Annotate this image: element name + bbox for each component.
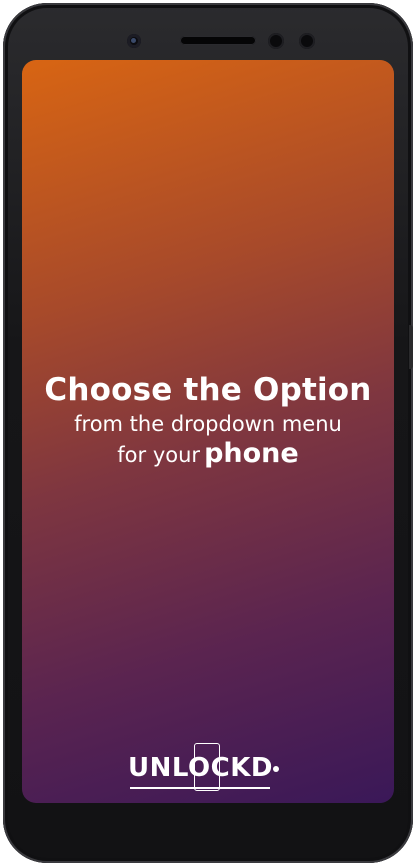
logo-wordmark: UNLOCKD xyxy=(128,753,273,783)
instruction-prefix: for your xyxy=(117,443,201,467)
earpiece-speaker-icon xyxy=(180,36,256,45)
phone-frame: Choose the Option from the dropdown menu… xyxy=(3,3,413,863)
instruction-line: for your phone xyxy=(22,437,394,472)
logo-dot-icon xyxy=(273,766,279,772)
phone-screen: Choose the Option from the dropdown menu… xyxy=(22,60,394,803)
sensor-icon xyxy=(268,33,284,49)
sensor-icon xyxy=(299,33,315,49)
headline: Choose the Option xyxy=(44,372,372,408)
logo-underline xyxy=(130,787,270,789)
front-camera-icon xyxy=(127,34,141,48)
power-button xyxy=(409,325,413,369)
instruction-message: Choose the Option from the dropdown menu… xyxy=(22,370,394,472)
instruction-line: from the dropdown menu xyxy=(74,412,342,436)
brand-logo: UNLOCKD xyxy=(128,743,279,795)
instruction-emphasis: phone xyxy=(204,438,299,469)
